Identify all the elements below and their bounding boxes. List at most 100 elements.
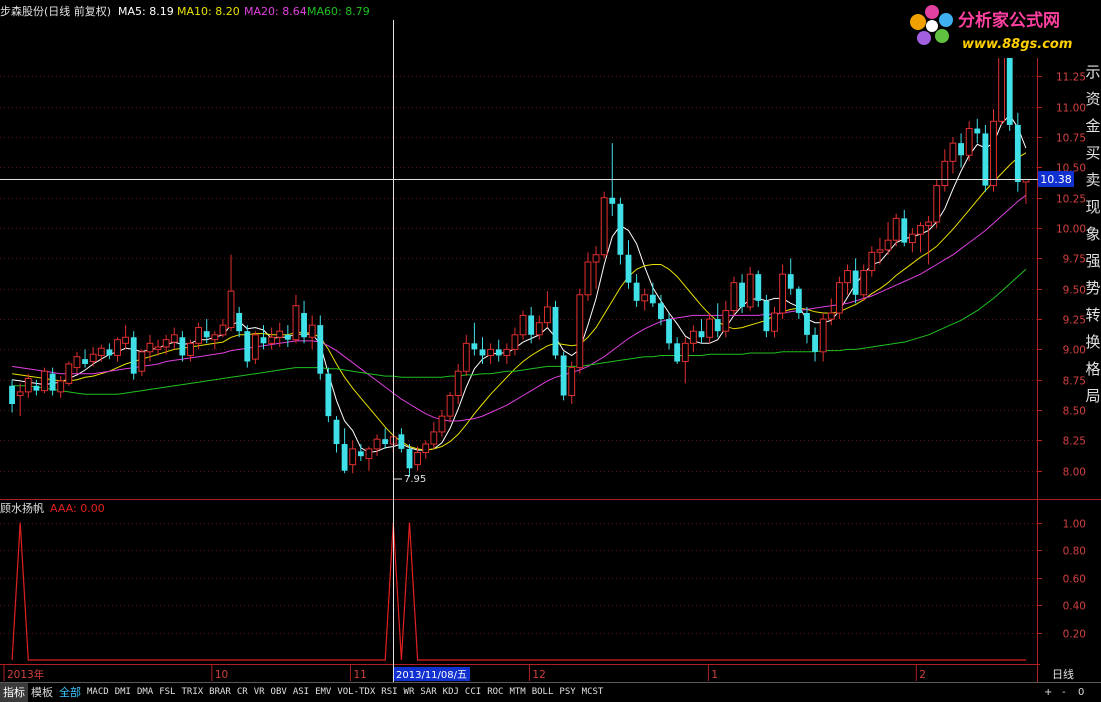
candle bbox=[438, 410, 446, 437]
candle bbox=[33, 379, 40, 396]
indicator-vol-tdx[interactable]: VOL-TDX bbox=[334, 683, 378, 702]
indicator-cci[interactable]: CCI bbox=[462, 683, 484, 702]
indicator-fsl[interactable]: FSL bbox=[156, 683, 178, 702]
candle bbox=[681, 337, 689, 384]
candle bbox=[941, 149, 949, 192]
candle bbox=[949, 137, 957, 174]
candle bbox=[503, 343, 511, 364]
indicator-cr[interactable]: CR bbox=[234, 683, 251, 702]
candle bbox=[244, 325, 251, 368]
candle bbox=[227, 254, 235, 332]
candle bbox=[511, 327, 519, 356]
candle bbox=[876, 237, 884, 265]
moving-average-lines bbox=[12, 114, 1027, 454]
indicator-vr[interactable]: VR bbox=[251, 683, 268, 702]
candle bbox=[292, 294, 300, 344]
indicator-tick-label: 0.60 bbox=[1063, 574, 1086, 586]
candle bbox=[674, 337, 681, 364]
candle bbox=[422, 440, 430, 459]
candle bbox=[89, 346, 97, 367]
price-tick-label: 8.75 bbox=[1063, 376, 1086, 388]
indicator-obv[interactable]: OBV bbox=[268, 683, 290, 702]
candle bbox=[576, 288, 584, 374]
candle bbox=[519, 310, 527, 340]
candle bbox=[649, 282, 656, 307]
indicator-mcst[interactable]: MCST bbox=[579, 683, 607, 702]
indicator-gridlines bbox=[0, 523, 1037, 634]
candle bbox=[179, 331, 186, 362]
candle bbox=[333, 416, 340, 453]
tab-all[interactable]: 全部 bbox=[56, 683, 84, 702]
indicator-sar[interactable]: SAR bbox=[417, 683, 439, 702]
candle bbox=[430, 422, 438, 449]
right-vertical-text: 显示资金买卖现象强势转换格局 bbox=[1085, 36, 1100, 405]
candle bbox=[325, 367, 332, 423]
candle bbox=[373, 434, 381, 457]
candle bbox=[138, 349, 146, 377]
candle bbox=[706, 313, 714, 344]
indicator-tab-bar: 指标 模板 全部 MACD DMI DMA FSL TRIX BRAR CR VR OBV ASI… bbox=[0, 682, 1101, 702]
indicator-value: AAA: 0.00 bbox=[50, 502, 105, 515]
indicator-kdj[interactable]: KDJ bbox=[440, 683, 462, 702]
price-tick-label: 9.50 bbox=[1063, 285, 1086, 297]
candle bbox=[819, 313, 827, 362]
zoom-in-button[interactable]: + bbox=[1044, 683, 1052, 702]
candle bbox=[317, 315, 324, 380]
vertical-char: 金 bbox=[1085, 117, 1100, 135]
time-tick-label: 11 bbox=[353, 669, 366, 681]
candle bbox=[65, 361, 73, 386]
candle bbox=[284, 325, 291, 347]
candle bbox=[382, 428, 389, 449]
candle bbox=[722, 300, 730, 338]
time-tick-label: 2013年 bbox=[7, 668, 44, 681]
candle bbox=[884, 222, 892, 255]
indicator-mtm[interactable]: MTM bbox=[506, 683, 528, 702]
indicator-tick-label: 1.00 bbox=[1063, 519, 1086, 531]
zoom-out-button[interactable]: - bbox=[1062, 683, 1066, 702]
indicator-rsi[interactable]: RSI bbox=[378, 683, 400, 702]
candle bbox=[958, 133, 964, 168]
vertical-char: 象 bbox=[1085, 225, 1100, 243]
candle bbox=[868, 246, 876, 277]
candle bbox=[714, 303, 721, 338]
indicator-brar[interactable]: BRAR bbox=[206, 683, 234, 702]
candle bbox=[341, 428, 348, 474]
reset-button[interactable]: 0 bbox=[1078, 683, 1084, 702]
candle bbox=[236, 306, 243, 338]
tab-indicators[interactable]: 指标 bbox=[0, 683, 28, 702]
candle bbox=[739, 274, 745, 313]
vertical-char: 强 bbox=[1085, 252, 1100, 270]
indicator-wr[interactable]: WR bbox=[401, 683, 418, 702]
indicator-dmi[interactable]: DMI bbox=[112, 683, 134, 702]
candle bbox=[487, 343, 495, 364]
indicator-macd[interactable]: MACD bbox=[84, 683, 112, 702]
time-tick-label: 10 bbox=[215, 669, 228, 681]
candle bbox=[698, 319, 705, 344]
candle bbox=[57, 376, 65, 398]
candle bbox=[592, 246, 600, 289]
vertical-char: 卖 bbox=[1085, 171, 1100, 189]
candle bbox=[852, 258, 859, 304]
candle bbox=[349, 440, 357, 474]
indicator-dma[interactable]: DMA bbox=[134, 683, 156, 702]
time-tick-label: 2 bbox=[919, 669, 926, 681]
indicator-line bbox=[11, 522, 1026, 661]
cursor-date-label: 2013/11/08/五 bbox=[396, 670, 467, 681]
candle bbox=[933, 179, 941, 229]
tab-templates[interactable]: 模板 bbox=[28, 683, 56, 702]
indicator-emv[interactable]: EMV bbox=[312, 683, 334, 702]
price-tick-label: 10.25 bbox=[1056, 194, 1086, 206]
indicator-trix[interactable]: TRIX bbox=[178, 683, 206, 702]
indicator-roc[interactable]: ROC bbox=[484, 683, 506, 702]
indicator-boll[interactable]: BOLL bbox=[529, 683, 557, 702]
vertical-char: 局 bbox=[1085, 387, 1100, 405]
candle bbox=[454, 363, 462, 404]
indicator-psy[interactable]: PSY bbox=[556, 683, 578, 702]
candle bbox=[1022, 179, 1030, 204]
price-tick-label: 9.00 bbox=[1063, 345, 1086, 357]
candle bbox=[755, 270, 762, 307]
vertical-char: 示 bbox=[1085, 63, 1100, 81]
ma5-line bbox=[12, 114, 1027, 454]
candle bbox=[974, 118, 981, 144]
indicator-asi[interactable]: ASI bbox=[290, 683, 312, 702]
